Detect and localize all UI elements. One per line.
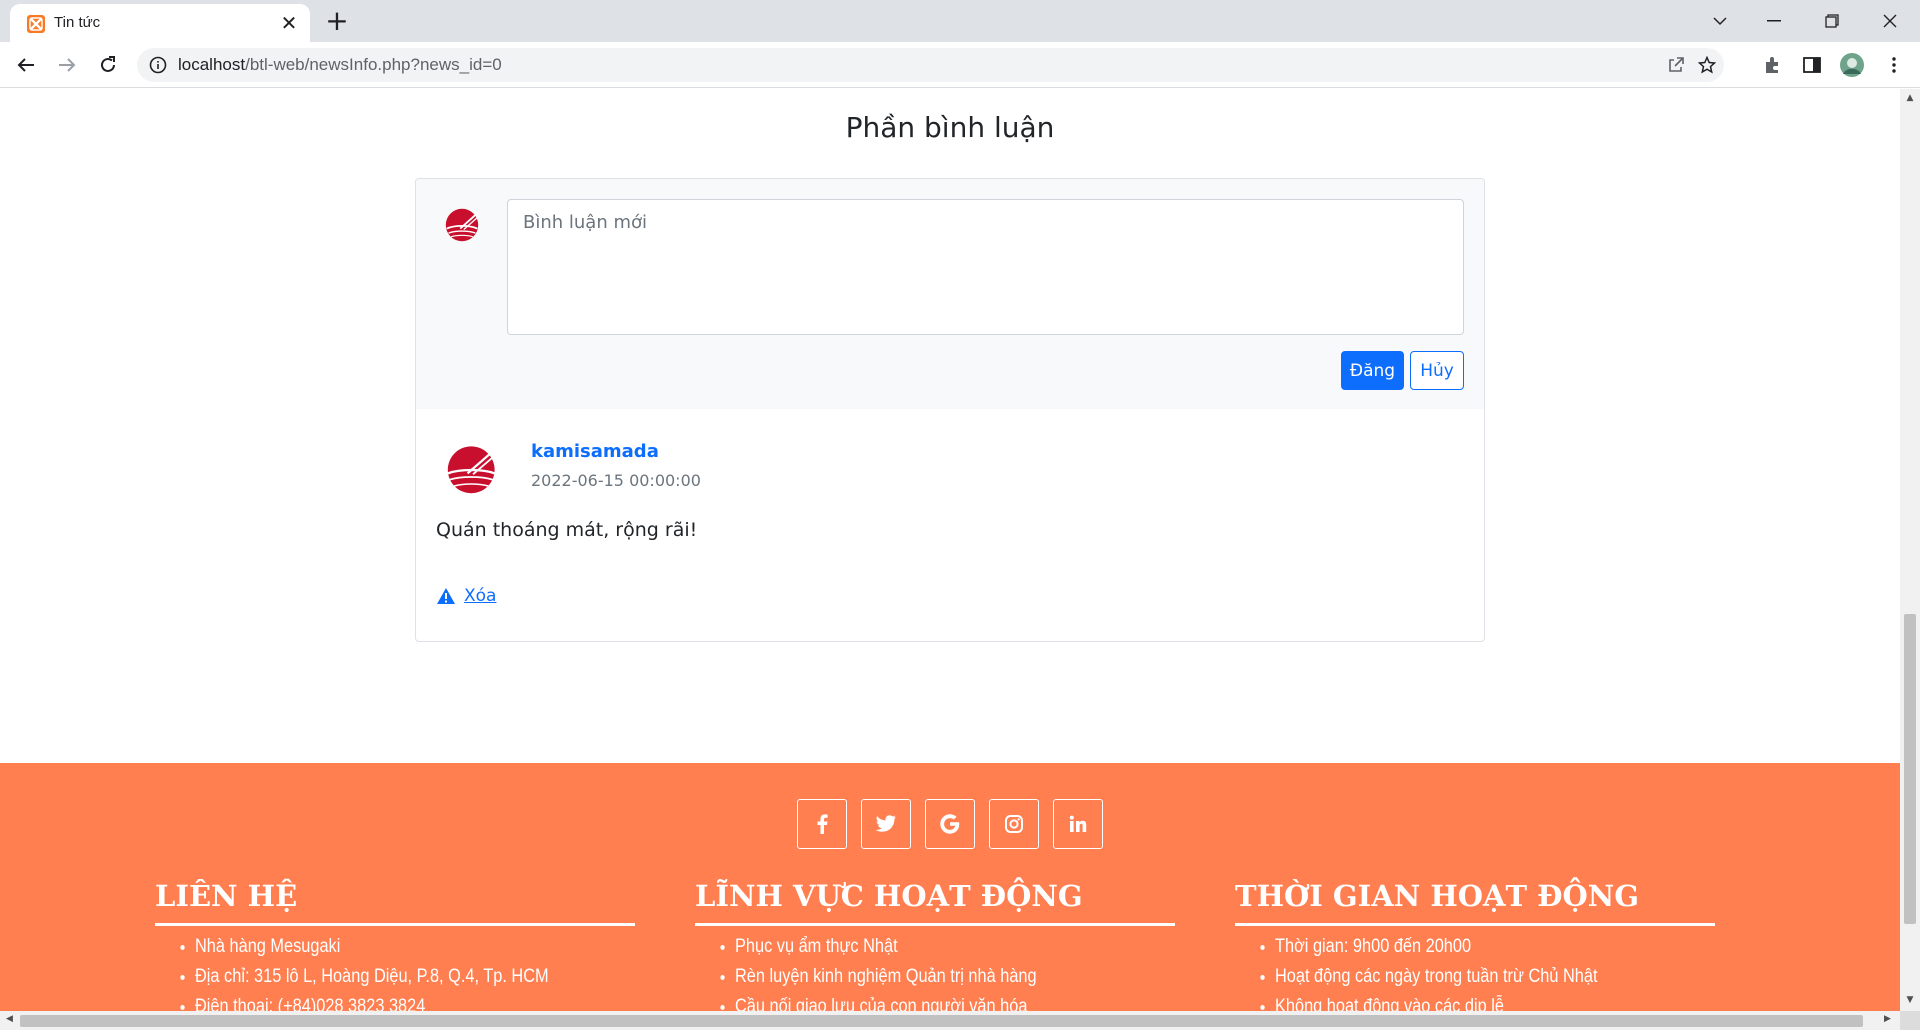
footer-contact-column: LIÊN HỆ Nhà hàng Mesugaki Địa chỉ: 315 l…: [155, 879, 635, 1011]
share-icon[interactable]: [1662, 51, 1690, 79]
browser-tab-strip: Tin tức ✕ +: [0, 0, 1920, 42]
forward-icon[interactable]: [53, 51, 81, 79]
side-panel-icon[interactable]: [1798, 51, 1826, 79]
back-icon[interactable]: [12, 51, 40, 79]
scroll-right-arrow-icon[interactable]: ▶: [1884, 1014, 1891, 1024]
footer-item: Hoạt động các ngày trong tuần trừ Chủ Nh…: [1275, 962, 1653, 992]
scroll-left-arrow-icon[interactable]: ◀: [6, 1014, 13, 1024]
menu-kebab-icon[interactable]: [1880, 51, 1908, 79]
xampp-favicon-icon: [27, 15, 45, 33]
scrollbar-corner: [1900, 1011, 1920, 1030]
scroll-down-arrow-icon[interactable]: ▼: [1904, 995, 1916, 1007]
cancel-comment-button[interactable]: Hủy: [1410, 351, 1464, 390]
restore-icon[interactable]: [1808, 0, 1856, 42]
comment-timestamp: 2022-06-15 00:00:00: [531, 471, 701, 490]
comment-body: Quán thoáng mát, rộng rãi!: [436, 519, 698, 541]
facebook-icon[interactable]: [797, 799, 847, 849]
scroll-up-arrow-icon[interactable]: ▲: [1904, 93, 1916, 105]
browser-toolbar: localhost/btl-web/newsInfo.php?news_id=0: [0, 42, 1920, 88]
bookmark-star-icon[interactable]: [1693, 51, 1721, 79]
footer-hours-column: THỜI GIAN HOẠT ĐỘNG Thời gian: 9h00 đến …: [1235, 879, 1715, 1011]
tab-search-icon[interactable]: [1696, 0, 1744, 42]
footer-item: Địa chỉ: 315 lô L, Hoàng Diệu, P.8, Q.4,…: [195, 962, 573, 992]
comments-section-title: Phần bình luận: [845, 111, 1055, 144]
footer-heading: THỜI GIAN HOẠT ĐỘNG: [1235, 879, 1715, 926]
delete-comment-link[interactable]: Xóa: [464, 586, 496, 606]
horizontal-scrollbar[interactable]: ◀ ▶: [0, 1011, 1900, 1030]
footer-item: Điện thoại: (+84)028 3823 3824: [195, 992, 573, 1011]
tab-close-icon[interactable]: ✕: [278, 12, 300, 34]
google-icon[interactable]: [925, 799, 975, 849]
linkedin-icon[interactable]: [1053, 799, 1103, 849]
footer-item: Cầu nối giao lưu của con người văn hóa: [735, 992, 1113, 1011]
footer-item: Thời gian: 9h00 đến 20h00: [1275, 932, 1653, 962]
site-footer: LIÊN HỆ Nhà hàng Mesugaki Địa chỉ: 315 l…: [0, 763, 1900, 1011]
vertical-scroll-thumb[interactable]: [1904, 614, 1916, 924]
tab-title: Tin tức: [54, 14, 101, 31]
new-comment-textarea[interactable]: [507, 199, 1464, 335]
user-avatar: [445, 208, 480, 242]
page-viewport: Phần bình luận Đăng Hủy kamisamada 2022-…: [0, 89, 1900, 1011]
post-comment-button[interactable]: Đăng: [1341, 351, 1404, 390]
warning-icon: [437, 588, 455, 604]
instagram-icon[interactable]: [989, 799, 1039, 849]
address-bar[interactable]: localhost/btl-web/newsInfo.php?news_id=0: [137, 48, 1724, 82]
close-window-icon[interactable]: [1866, 0, 1914, 42]
footer-item: Phục vụ ẩm thực Nhật: [735, 932, 1113, 962]
commenter-avatar: [447, 446, 499, 494]
horizontal-scroll-thumb[interactable]: [20, 1015, 1863, 1027]
profile-avatar[interactable]: [1838, 51, 1866, 79]
site-info-icon[interactable]: [149, 56, 167, 74]
footer-item: Không hoạt động vào các dịp lễ: [1275, 992, 1653, 1011]
footer-item: Nhà hàng Mesugaki: [195, 932, 573, 962]
comments-card: Đăng Hủy kamisamada 2022-06-15 00:00:00 …: [415, 178, 1485, 642]
twitter-icon[interactable]: [861, 799, 911, 849]
new-tab-icon[interactable]: +: [322, 6, 352, 36]
comment-username[interactable]: kamisamada: [531, 441, 659, 462]
footer-item: Rèn luyện kinh nghiệm Quản trị nhà hàng: [735, 962, 1113, 992]
new-comment-form: Đăng Hủy: [416, 179, 1484, 409]
reload-icon[interactable]: [94, 51, 122, 79]
footer-fields-column: LĨNH VỰC HOẠT ĐỘNG Phục vụ ẩm thực Nhật …: [695, 879, 1175, 1011]
url-text: localhost/btl-web/newsInfo.php?news_id=0: [178, 55, 502, 74]
social-links: [797, 799, 1103, 849]
footer-heading: LIÊN HỆ: [155, 879, 635, 926]
extensions-icon[interactable]: [1758, 51, 1786, 79]
minimize-icon[interactable]: [1750, 0, 1798, 42]
browser-tab[interactable]: Tin tức ✕: [10, 4, 310, 42]
delete-comment: Xóa: [436, 586, 496, 606]
vertical-scrollbar[interactable]: ▲ ▼: [1900, 89, 1920, 1011]
footer-heading: LĨNH VỰC HOẠT ĐỘNG: [695, 879, 1175, 926]
